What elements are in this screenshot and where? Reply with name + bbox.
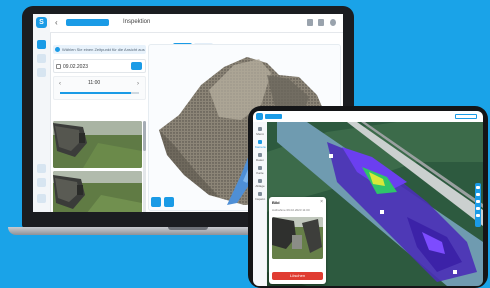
photo-thumbnail[interactable] (53, 121, 142, 168)
sidebar-item-label: Ablage (255, 184, 265, 188)
sidebar-home-icon[interactable] (37, 40, 46, 49)
map-icon (258, 166, 262, 170)
sidebar-item-label: Kamera (255, 145, 266, 149)
info-text: Wählen Sie einen Zeitpunkt für die Ansic… (62, 47, 145, 52)
photo-thumbnail[interactable] (53, 171, 142, 212)
inspection-panel: Wählen Sie einen Zeitpunkt für die Ansic… (53, 45, 146, 212)
project-chip[interactable] (265, 114, 282, 119)
laptop-topbar: ‹ Inspektion (50, 14, 343, 33)
panel-scrollbar[interactable] (143, 121, 146, 212)
time-next-button[interactable]: › (137, 81, 139, 87)
sidebar-item-camera[interactable]: Kamera (255, 140, 266, 149)
page-title: Inspektion (123, 19, 151, 25)
close-icon[interactable]: × (320, 199, 323, 205)
bookmark-icon[interactable] (318, 19, 324, 26)
sidebar-settings-icon[interactable] (37, 164, 46, 173)
layers-icon[interactable] (476, 193, 480, 196)
chart-icon (258, 153, 262, 157)
folder-icon (258, 179, 262, 183)
locate-icon[interactable] (476, 200, 480, 203)
calendar-icon (56, 64, 61, 69)
project-chip[interactable] (66, 19, 109, 26)
gear-icon[interactable] (330, 19, 336, 26)
tablet-topbar (253, 111, 483, 122)
sidebar-user-icon[interactable] (37, 194, 46, 203)
ruler-icon[interactable] (476, 207, 480, 210)
date-value: 09.02.2023 (63, 64, 89, 70)
time-slider[interactable] (60, 92, 139, 94)
camera-button[interactable] (151, 197, 161, 207)
sidebar-item-menu[interactable]: Menü (255, 127, 265, 136)
back-icon[interactable]: ‹ (55, 18, 58, 27)
sidebar-item-data[interactable]: Daten (255, 153, 265, 162)
sidebar-item-label: Karte (256, 171, 264, 175)
time-slider-fill (60, 92, 132, 94)
time-value: 11:00 (88, 80, 101, 86)
excavator-photo (272, 217, 323, 259)
sidebar-item-inspection[interactable]: Inspekt. (255, 192, 266, 201)
camera-icon (258, 140, 262, 144)
excavator-photo (53, 171, 142, 212)
tablet-sidebar: Menü Kamera Daten Karte Ablage Inspekt. (253, 122, 267, 286)
info-icon (55, 47, 60, 52)
sidebar-item-label: Menü (256, 132, 264, 136)
map-zoom-controls[interactable] (475, 183, 481, 227)
sidebar-item-label: Daten (255, 158, 264, 162)
sidebar-layers-icon[interactable] (37, 68, 46, 77)
popup-title: Bild (272, 200, 280, 205)
time-prev-button[interactable]: ‹ (59, 81, 61, 87)
popup-photo[interactable] (272, 217, 323, 259)
scrollbar-thumb[interactable] (143, 121, 146, 151)
sidebar-camera-icon[interactable] (37, 54, 46, 63)
sidebar-help-icon[interactable] (37, 178, 46, 187)
image-popup: Bild × Aufnahme 09.02.2023 11:00 Löschen (269, 197, 326, 284)
date-chip[interactable] (455, 114, 477, 119)
sidebar-item-storage[interactable]: Ablage (255, 179, 265, 188)
popup-meta: Aufnahme 09.02.2023 11:00 (272, 208, 310, 212)
inspection-icon (258, 192, 262, 196)
share-button[interactable] (164, 197, 174, 207)
laptop-sidebar: S (33, 14, 51, 212)
time-selector: ‹ 11:00 › (53, 76, 146, 100)
menu-icon (258, 127, 262, 131)
app-logo[interactable]: S (36, 17, 47, 28)
document-icon[interactable] (307, 19, 313, 26)
laptop-notch (168, 227, 208, 230)
excavator-photo (53, 121, 142, 168)
delete-button[interactable]: Löschen (272, 272, 323, 280)
app-logo[interactable] (256, 113, 263, 120)
sidebar-item-label: Inspekt. (255, 197, 266, 201)
tablet-screen: Menü Kamera Daten Karte Ablage Inspekt. (253, 111, 483, 286)
info-banner: Wählen Sie einen Zeitpunkt für die Ansic… (53, 45, 146, 54)
sidebar-item-map[interactable]: Karte (255, 166, 265, 175)
zoom-in-icon[interactable] (476, 186, 480, 189)
zoom-out-icon[interactable] (476, 214, 480, 217)
date-confirm-button[interactable] (131, 62, 142, 70)
